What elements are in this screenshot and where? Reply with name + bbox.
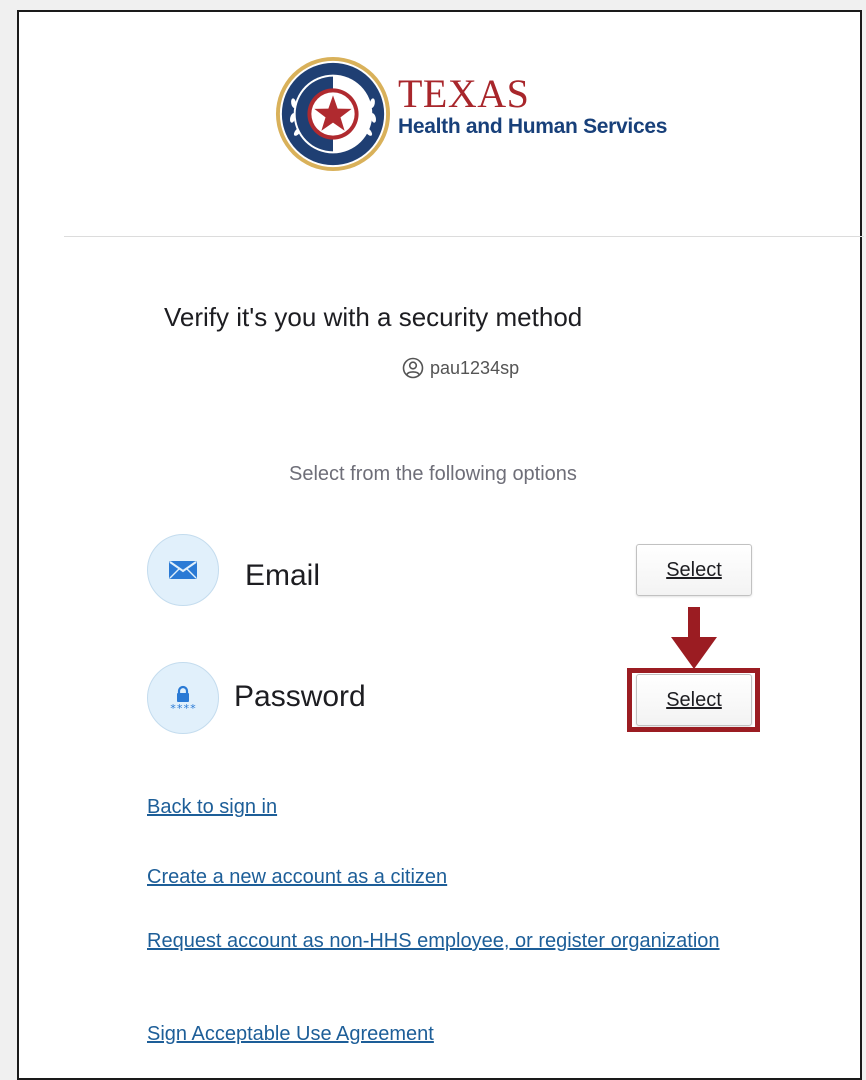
- username: pau1234sp: [430, 357, 520, 378]
- page-title: Verify it's you with a security method: [164, 302, 583, 332]
- envelope-icon: [169, 561, 197, 579]
- email-factor-icon-badge: [147, 534, 219, 606]
- header-divider: [64, 236, 864, 237]
- request-account-link[interactable]: Request account as non-HHS employee, or …: [147, 927, 787, 955]
- hhs-logo: TEXAS Health and Human Services: [274, 55, 667, 173]
- create-account-link[interactable]: Create a new account as a citizen: [147, 863, 447, 891]
- password-factor-icon-badge: ****: [147, 662, 219, 734]
- logo-title: TEXAS: [398, 71, 530, 116]
- svg-text:****: ****: [170, 702, 197, 713]
- options-instruction: Select from the following options: [289, 463, 577, 485]
- email-select-button[interactable]: Select: [636, 544, 752, 596]
- logo-subtitle: Health and Human Services: [398, 115, 668, 138]
- texas-seal-icon: [275, 56, 391, 172]
- password-factor-label: Password: [234, 680, 366, 713]
- user-identifier: pau1234sp: [402, 357, 519, 379]
- back-to-sign-in-link[interactable]: Back to sign in: [147, 793, 277, 821]
- logo-wordmark: TEXAS Health and Human Services: [398, 74, 667, 140]
- annotation-arrow-icon: [671, 607, 717, 669]
- sign-in-card: TEXAS Health and Human Services Verify i…: [17, 10, 864, 1080]
- page-background: TEXAS Health and Human Services Verify i…: [0, 5, 866, 1080]
- password-lock-icon: ****: [170, 685, 197, 713]
- user-circle-icon: [402, 357, 424, 379]
- acceptable-use-link[interactable]: Sign Acceptable Use Agreement: [147, 1020, 434, 1048]
- email-factor-label: Email: [245, 559, 321, 592]
- annotation-highlight-box: [627, 668, 760, 732]
